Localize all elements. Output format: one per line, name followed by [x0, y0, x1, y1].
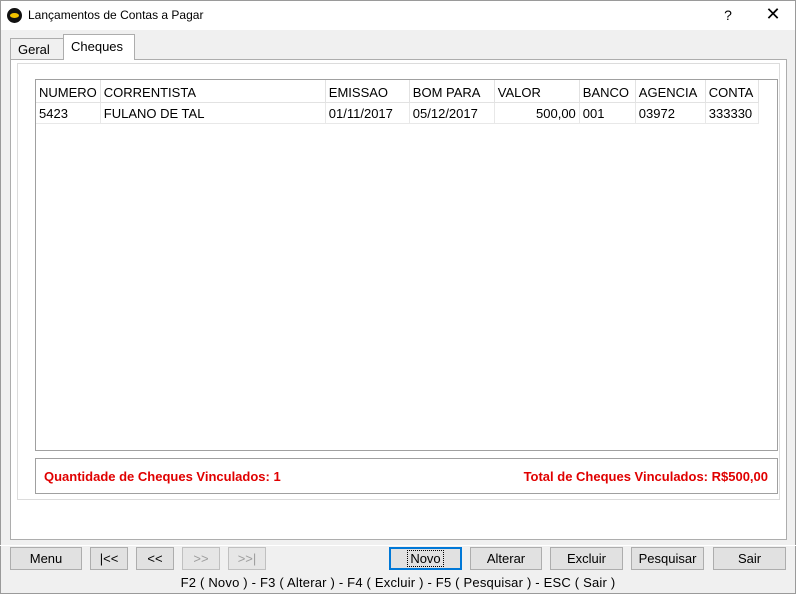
tab-geral[interactable]: Geral — [10, 38, 64, 60]
cell-numero[interactable]: 5423 — [36, 102, 101, 124]
col-header-agencia[interactable]: AGENCIA — [635, 80, 706, 103]
col-header-numero[interactable]: NUMERO — [36, 80, 101, 103]
cheque-count-label: Quantidade de Cheques Vinculados: 1 — [44, 469, 281, 484]
cell-correntista[interactable]: FULANO DE TAL — [100, 102, 326, 124]
grid-header-row: NUMERO CORRENTISTA EMISSAO BOM PARA VALO… — [36, 80, 759, 103]
sair-button[interactable]: Sair — [713, 547, 786, 570]
col-header-emissao[interactable]: EMISSAO — [325, 80, 410, 103]
next-record-button[interactable]: >> — [182, 547, 220, 570]
pesquisar-button[interactable]: Pesquisar — [631, 547, 704, 570]
cell-valor[interactable]: 500,00 — [494, 102, 580, 124]
cell-bom-para[interactable]: 05/12/2017 — [409, 102, 495, 124]
menu-button[interactable]: Menu — [10, 547, 82, 570]
cheque-total-label: Total de Cheques Vinculados: R$500,00 — [523, 469, 768, 484]
title-bar: Lançamentos de Contas a Pagar ? ✕ — [0, 0, 796, 30]
keyboard-shortcuts-hint: F2 ( Novo ) - F3 ( Alterar ) - F4 ( Excl… — [180, 575, 616, 590]
cell-agencia[interactable]: 03972 — [635, 102, 706, 124]
cell-emissao[interactable]: 01/11/2017 — [325, 102, 410, 124]
summary-panel: Quantidade de Cheques Vinculados: 1 Tota… — [35, 458, 778, 494]
last-record-button[interactable]: >>| — [228, 547, 266, 570]
cell-banco[interactable]: 001 — [579, 102, 636, 124]
alterar-button[interactable]: Alterar — [470, 547, 542, 570]
col-header-conta[interactable]: CONTA — [705, 80, 759, 103]
previous-record-button[interactable]: << — [136, 547, 174, 570]
novo-button[interactable]: Novo — [389, 547, 462, 570]
col-header-valor[interactable]: VALOR — [494, 80, 580, 103]
excluir-button[interactable]: Excluir — [550, 547, 623, 570]
app-logo-icon — [7, 8, 22, 23]
first-record-button[interactable]: |<< — [90, 547, 128, 570]
col-header-correntista[interactable]: CORRENTISTA — [100, 80, 326, 103]
divider — [0, 545, 796, 546]
cell-conta[interactable]: 333330 — [705, 102, 759, 124]
help-button[interactable]: ? — [713, 1, 743, 29]
cheques-grid[interactable]: NUMERO CORRENTISTA EMISSAO BOM PARA VALO… — [35, 79, 778, 451]
novo-button-label: Novo — [407, 550, 444, 567]
cheques-tab-panel: NUMERO CORRENTISTA EMISSAO BOM PARA VALO… — [10, 59, 787, 540]
col-header-banco[interactable]: BANCO — [579, 80, 636, 103]
window-title: Lançamentos de Contas a Pagar — [28, 8, 204, 22]
tab-cheques[interactable]: Cheques — [63, 34, 135, 60]
col-header-bom-para[interactable]: BOM PARA — [409, 80, 495, 103]
table-row[interactable]: 5423 FULANO DE TAL 01/11/2017 05/12/2017… — [36, 102, 759, 124]
cheques-table: NUMERO CORRENTISTA EMISSAO BOM PARA VALO… — [36, 80, 759, 124]
close-button[interactable]: ✕ — [755, 1, 791, 29]
cheques-group: NUMERO CORRENTISTA EMISSAO BOM PARA VALO… — [17, 63, 780, 500]
